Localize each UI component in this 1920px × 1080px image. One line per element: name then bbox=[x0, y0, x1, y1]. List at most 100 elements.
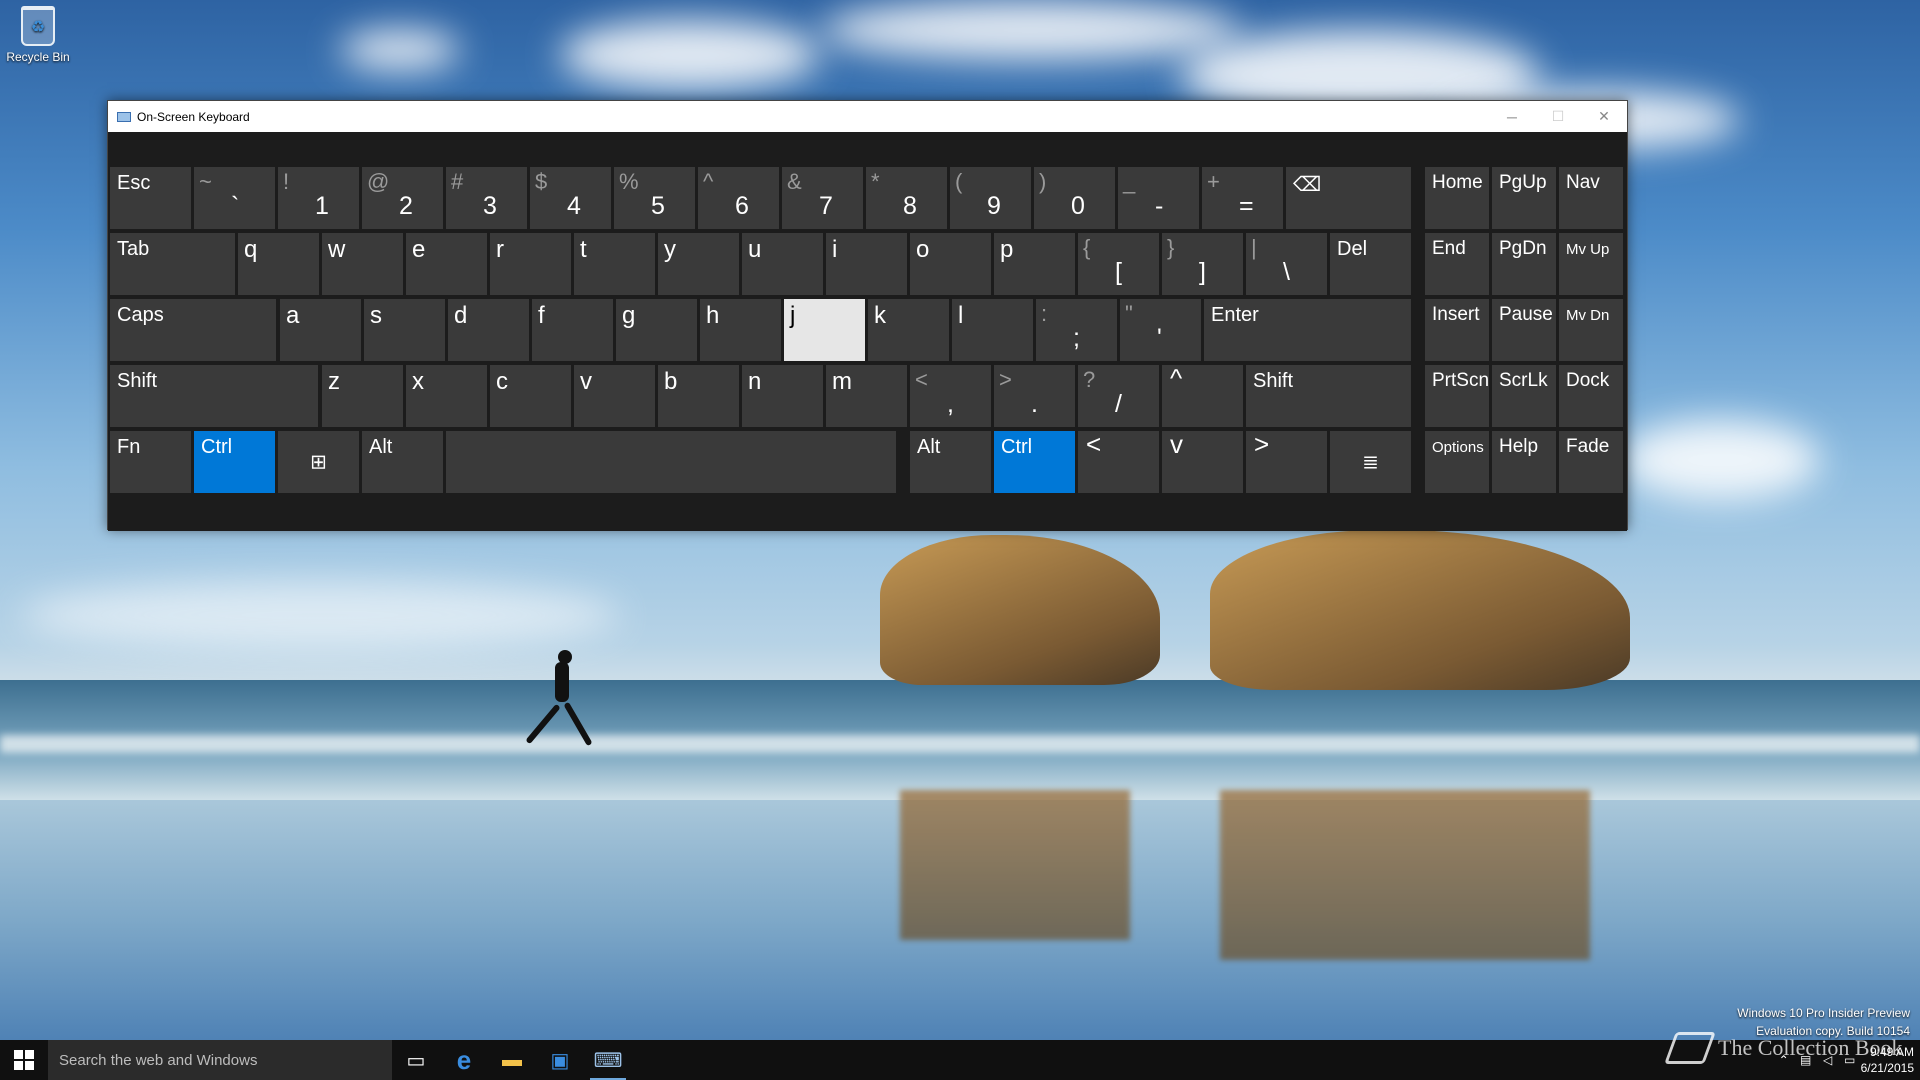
key-backtick[interactable]: ~ ` bbox=[194, 167, 275, 229]
key-l[interactable]: l bbox=[952, 299, 1033, 361]
key-end[interactable]: End bbox=[1425, 233, 1489, 295]
key-equals[interactable]: + = bbox=[1202, 167, 1283, 229]
key-slash[interactable]: ? / bbox=[1078, 365, 1159, 427]
key-g[interactable]: g bbox=[616, 299, 697, 361]
key-backspace[interactable]: ⌫ bbox=[1286, 167, 1411, 229]
key-j[interactable]: j bbox=[784, 299, 865, 361]
key-home[interactable]: Home bbox=[1425, 167, 1489, 229]
key-y[interactable]: y bbox=[658, 233, 739, 295]
key-nav[interactable]: Nav bbox=[1559, 167, 1623, 229]
start-button[interactable] bbox=[0, 1040, 48, 1080]
key-d[interactable]: d bbox=[448, 299, 529, 361]
key-n[interactable]: n bbox=[742, 365, 823, 427]
key-alt-left[interactable]: Alt bbox=[362, 431, 443, 493]
clock[interactable]: 9:49 AM 6/21/2015 bbox=[1861, 1044, 1914, 1076]
key-h[interactable]: h bbox=[700, 299, 781, 361]
key-7[interactable]: & 7 bbox=[782, 167, 863, 229]
window-titlebar[interactable]: On-Screen Keyboard ─ ☐ ✕ bbox=[108, 101, 1627, 132]
key-shift-left[interactable]: Shift bbox=[110, 365, 318, 427]
key-del[interactable]: Del bbox=[1330, 233, 1411, 295]
key-esc[interactable]: Esc bbox=[110, 167, 191, 229]
recycle-bin-shortcut[interactable]: ♻ Recycle Bin bbox=[4, 6, 72, 64]
key-3[interactable]: #3 bbox=[446, 167, 527, 229]
key-t[interactable]: t bbox=[574, 233, 655, 295]
key-semicolon[interactable]: :; bbox=[1036, 299, 1117, 361]
key-options[interactable]: Options bbox=[1425, 431, 1489, 493]
key-m[interactable]: m bbox=[826, 365, 907, 427]
key-right-arrow[interactable]: > bbox=[1246, 429, 1327, 493]
key-lbracket[interactable]: {[ bbox=[1078, 233, 1159, 295]
key-minus[interactable]: _ - bbox=[1118, 167, 1199, 229]
key-x[interactable]: x bbox=[406, 365, 487, 427]
edge-icon[interactable]: e bbox=[440, 1040, 488, 1080]
key-q[interactable]: q bbox=[238, 233, 319, 295]
key-insert[interactable]: Insert bbox=[1425, 299, 1489, 361]
key-k[interactable]: k bbox=[868, 299, 949, 361]
key-fn[interactable]: Fn bbox=[110, 431, 191, 493]
key-p[interactable]: p bbox=[994, 233, 1075, 295]
key-fade[interactable]: Fade bbox=[1559, 431, 1623, 493]
key-i[interactable]: i bbox=[826, 233, 907, 295]
key-s[interactable]: s bbox=[364, 299, 445, 361]
key-up-arrow[interactable]: ^ bbox=[1162, 363, 1243, 427]
key-4[interactable]: $4 bbox=[530, 167, 611, 229]
key-shift-right[interactable]: Shift bbox=[1246, 365, 1411, 427]
key-6[interactable]: ^ 6 bbox=[698, 167, 779, 229]
search-box[interactable]: Search the web and Windows bbox=[48, 1040, 392, 1080]
key-ctrl-right[interactable]: Ctrl bbox=[994, 431, 1075, 493]
key-mvdn[interactable]: Mv Dn bbox=[1559, 299, 1623, 361]
volume-icon[interactable]: ◁ bbox=[1817, 1040, 1839, 1080]
key-e[interactable]: e bbox=[406, 233, 487, 295]
key-1[interactable]: ! 1 bbox=[278, 167, 359, 229]
file-explorer-icon[interactable]: ▬ bbox=[488, 1040, 536, 1080]
network-icon[interactable]: ▤ bbox=[1795, 1040, 1817, 1080]
key-pgdn[interactable]: PgDn bbox=[1492, 233, 1556, 295]
key-ctrl-left[interactable]: Ctrl bbox=[194, 431, 275, 493]
key-pgup[interactable]: PgUp bbox=[1492, 167, 1556, 229]
key-menu[interactable]: ≣ bbox=[1330, 431, 1411, 493]
key-caps[interactable]: Caps bbox=[110, 299, 276, 361]
key-b[interactable]: b bbox=[658, 365, 739, 427]
key-f[interactable]: f bbox=[532, 299, 613, 361]
key-enter[interactable]: Enter bbox=[1204, 299, 1411, 361]
key-scrlk[interactable]: ScrLk bbox=[1492, 365, 1556, 427]
key-tab[interactable]: Tab bbox=[110, 233, 235, 295]
key-mvup[interactable]: Mv Up bbox=[1559, 233, 1623, 295]
key-prtscn[interactable]: PrtScn bbox=[1425, 365, 1489, 427]
key-rbracket[interactable]: }] bbox=[1162, 233, 1243, 295]
key-alt-right[interactable]: Alt bbox=[910, 431, 991, 493]
key-space[interactable] bbox=[446, 431, 896, 493]
action-center-icon[interactable]: ▭ bbox=[1839, 1040, 1861, 1080]
key-w[interactable]: w bbox=[322, 233, 403, 295]
key-a[interactable]: a bbox=[280, 299, 361, 361]
key-5[interactable]: % 5 bbox=[614, 167, 695, 229]
key-help[interactable]: Help bbox=[1492, 431, 1556, 493]
key-period[interactable]: >. bbox=[994, 365, 1075, 427]
key-pause[interactable]: Pause bbox=[1492, 299, 1556, 361]
key-comma[interactable]: <, bbox=[910, 365, 991, 427]
key-quote[interactable]: " ' bbox=[1120, 299, 1201, 361]
minimize-button[interactable]: ─ bbox=[1489, 101, 1535, 132]
key-dock[interactable]: Dock bbox=[1559, 365, 1623, 427]
key-win[interactable]: ⊞ bbox=[278, 431, 359, 493]
chevron-up-icon[interactable]: ⌃ bbox=[1773, 1040, 1795, 1080]
maximize-button[interactable]: ☐ bbox=[1535, 101, 1581, 132]
key-backslash[interactable]: | \ bbox=[1246, 233, 1327, 295]
close-button[interactable]: ✕ bbox=[1581, 101, 1627, 132]
task-view-icon[interactable]: ▭ bbox=[392, 1040, 440, 1080]
key-0[interactable]: ) 0 bbox=[1034, 167, 1115, 229]
key-u[interactable]: u bbox=[742, 233, 823, 295]
key-8[interactable]: * 8 bbox=[866, 167, 947, 229]
key-r[interactable]: r bbox=[490, 233, 571, 295]
key-2[interactable]: @2 bbox=[362, 167, 443, 229]
key-down-arrow[interactable]: v bbox=[1162, 429, 1243, 493]
key-c[interactable]: c bbox=[490, 365, 571, 427]
key-v[interactable]: v bbox=[574, 365, 655, 427]
key-left-arrow[interactable]: < bbox=[1078, 429, 1159, 493]
key-9[interactable]: (9 bbox=[950, 167, 1031, 229]
on-screen-keyboard-icon[interactable]: ⌨ bbox=[584, 1040, 632, 1080]
key-label: PrtScn bbox=[1432, 370, 1490, 391]
store-icon[interactable]: ▣ bbox=[536, 1040, 584, 1080]
key-o[interactable]: o bbox=[910, 233, 991, 295]
key-z[interactable]: z bbox=[322, 365, 403, 427]
